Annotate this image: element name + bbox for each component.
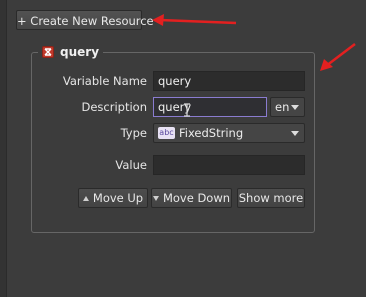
move-up-button[interactable]: Move Up xyxy=(78,188,148,208)
language-value: en xyxy=(275,100,290,114)
collapse-icon[interactable] xyxy=(42,46,54,58)
show-more-button[interactable]: Show more xyxy=(237,188,305,208)
value-label: Value xyxy=(115,158,147,172)
type-label: Type xyxy=(120,126,147,140)
variable-name-label: Variable Name xyxy=(62,74,147,88)
move-down-label: Move Down xyxy=(162,191,231,205)
annotation-arrow-diagonal-icon xyxy=(320,43,356,71)
string-type-icon: abc xyxy=(158,126,175,139)
move-up-label: Move Up xyxy=(92,191,144,205)
arrow-up-icon xyxy=(82,196,89,201)
left-panel-edge xyxy=(0,0,7,297)
text-cursor-icon xyxy=(184,103,190,117)
move-down-button[interactable]: Move Down xyxy=(151,188,232,208)
dropdown-caret-icon xyxy=(291,105,299,110)
type-select[interactable]: abc FixedString xyxy=(153,123,305,143)
type-value: FixedString xyxy=(179,126,244,140)
resource-group-header[interactable]: query xyxy=(38,44,104,60)
create-new-resource-button[interactable]: + Create New Resource xyxy=(16,10,154,30)
resource-title: query xyxy=(60,45,100,59)
value-field[interactable] xyxy=(153,155,305,175)
dropdown-caret-icon xyxy=(291,131,299,136)
arrow-down-icon xyxy=(152,196,159,201)
description-label: Description xyxy=(81,100,148,114)
language-select[interactable]: en xyxy=(270,97,305,117)
variable-name-field[interactable]: query xyxy=(153,71,305,91)
annotation-arrow-left-icon xyxy=(152,14,237,26)
description-field[interactable]: query xyxy=(153,97,267,117)
